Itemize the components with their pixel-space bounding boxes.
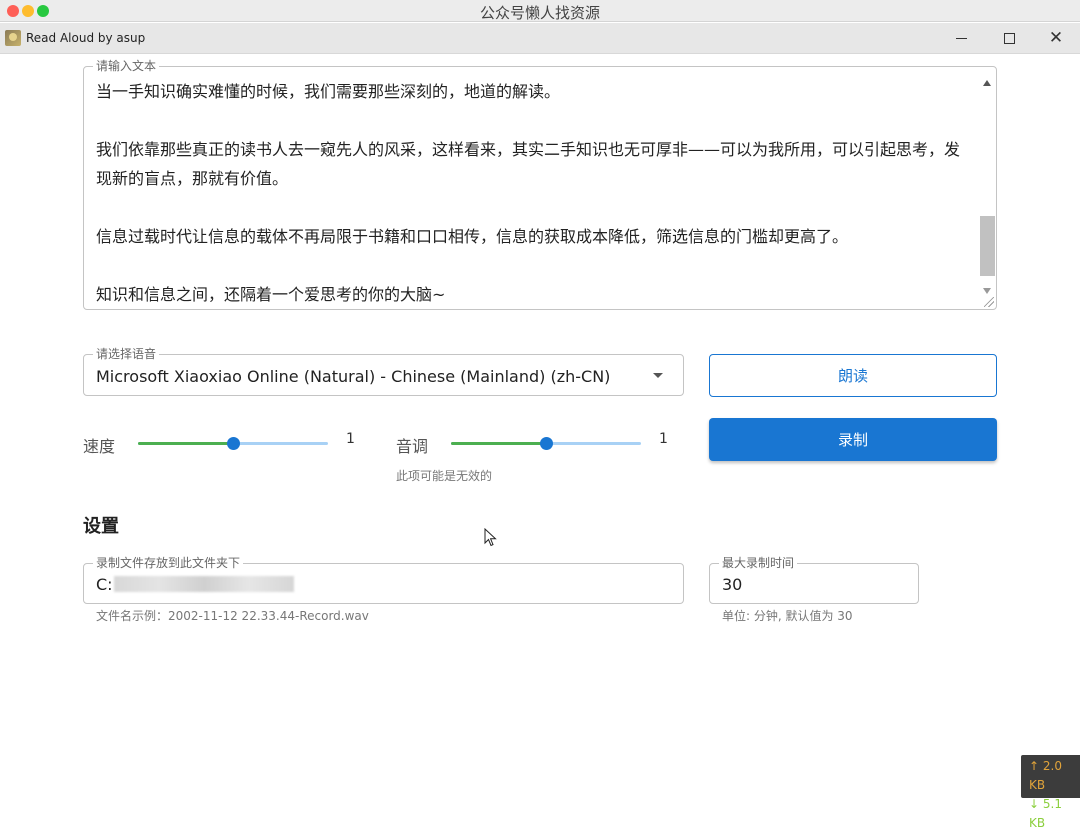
filename-example: 文件名示例：2002-11-12 22.33.44-Record.wav — [96, 609, 369, 623]
record-folder-legend: 录制文件存放到此文件夹下 — [93, 556, 244, 570]
redacted-path — [114, 576, 294, 592]
read-aloud-button[interactable]: 朗读 — [709, 354, 997, 397]
record-folder-value: C: — [96, 575, 113, 594]
speed-label: 速度 — [83, 437, 116, 456]
voice-select[interactable]: 请选择语音 Microsoft Xiaoxiao Online (Natural… — [83, 347, 684, 396]
pitch-slider-fill — [451, 442, 546, 445]
chevron-down-icon[interactable] — [653, 373, 663, 378]
app-logo-icon — [5, 30, 21, 46]
upload-speed: ↑ 2.0 KB — [1029, 759, 1062, 792]
max-record-time-legend: 最大录制时间 — [719, 556, 798, 570]
speed-slider-fill — [138, 442, 233, 445]
text-input-area[interactable]: 请输入文本 当一手知识确实难懂的时候，我们需要那些深刻的，地道的解读。 我们依靠… — [83, 59, 997, 310]
cursor-icon — [484, 528, 497, 547]
pitch-value: 1 — [659, 431, 668, 447]
text-paragraph: 我们依靠那些真正的读书人去一窥先人的风采，这样看来，其实二手知识也无可厚非——可… — [96, 140, 961, 188]
scroll-down-icon[interactable] — [983, 288, 991, 294]
text-input-content[interactable]: 当一手知识确实难懂的时候，我们需要那些深刻的，地道的解读。 我们依靠那些真正的读… — [96, 77, 972, 309]
app-title: Read Aloud by asup — [26, 31, 146, 45]
scroll-thumb[interactable] — [980, 216, 995, 276]
speed-slider[interactable] — [138, 437, 328, 450]
mac-window-title: 公众号懒人找资源 — [479, 4, 600, 22]
resize-grip-icon[interactable] — [984, 297, 994, 307]
max-record-time-helper: 单位: 分钟, 默认值为 30 — [722, 609, 853, 623]
text-paragraph: 信息过载时代让信息的载体不再局限于书籍和口口相传，信息的获取成本降低，筛选信息的… — [96, 227, 849, 246]
pitch-hint: 此项可能是无效的 — [396, 469, 493, 483]
minimize-button[interactable] — [938, 23, 984, 54]
text-paragraph: 当一手知识确实难懂的时候，我们需要那些深刻的，地道的解读。 — [96, 82, 561, 101]
mac-title-bar: 公众号懒人找资源 — [0, 0, 1080, 22]
pitch-slider[interactable] — [451, 437, 641, 450]
close-button[interactable]: ✕ — [1033, 23, 1079, 54]
voice-select-value: Microsoft Xiaoxiao Online (Natural) - Ch… — [96, 367, 611, 386]
maximize-icon — [1003, 33, 1015, 44]
record-button[interactable]: 录制 — [709, 418, 997, 461]
close-icon: ✕ — [1048, 28, 1064, 48]
speed-value: 1 — [346, 431, 355, 447]
text-scrollbar[interactable] — [980, 76, 995, 298]
pitch-label: 音调 — [396, 437, 429, 456]
minimize-icon — [955, 38, 967, 39]
text-paragraph: 知识和信息之间，还隔着一个爱思考的你的大脑~ — [96, 285, 446, 304]
max-record-time-value: 30 — [722, 575, 743, 594]
speed-slider-thumb[interactable] — [227, 437, 240, 450]
scroll-up-icon[interactable] — [983, 80, 991, 86]
pitch-slider-thumb[interactable] — [540, 437, 553, 450]
maximize-button[interactable] — [986, 23, 1032, 54]
text-input-legend: 请输入文本 — [93, 59, 160, 73]
network-speed-widget: ↑ 2.0 KB ↓ 5.1 KB — [1021, 755, 1080, 830]
max-record-time-field[interactable]: 最大录制时间 30 — [709, 556, 919, 604]
download-speed: ↓ 5.1 KB — [1029, 797, 1062, 830]
app-title-bar: Read Aloud by asup ✕ — [0, 23, 1080, 54]
settings-title: 设置 — [83, 516, 119, 537]
record-folder-field[interactable]: 录制文件存放到此文件夹下 C: — [83, 556, 684, 604]
voice-select-legend: 请选择语音 — [93, 347, 160, 361]
